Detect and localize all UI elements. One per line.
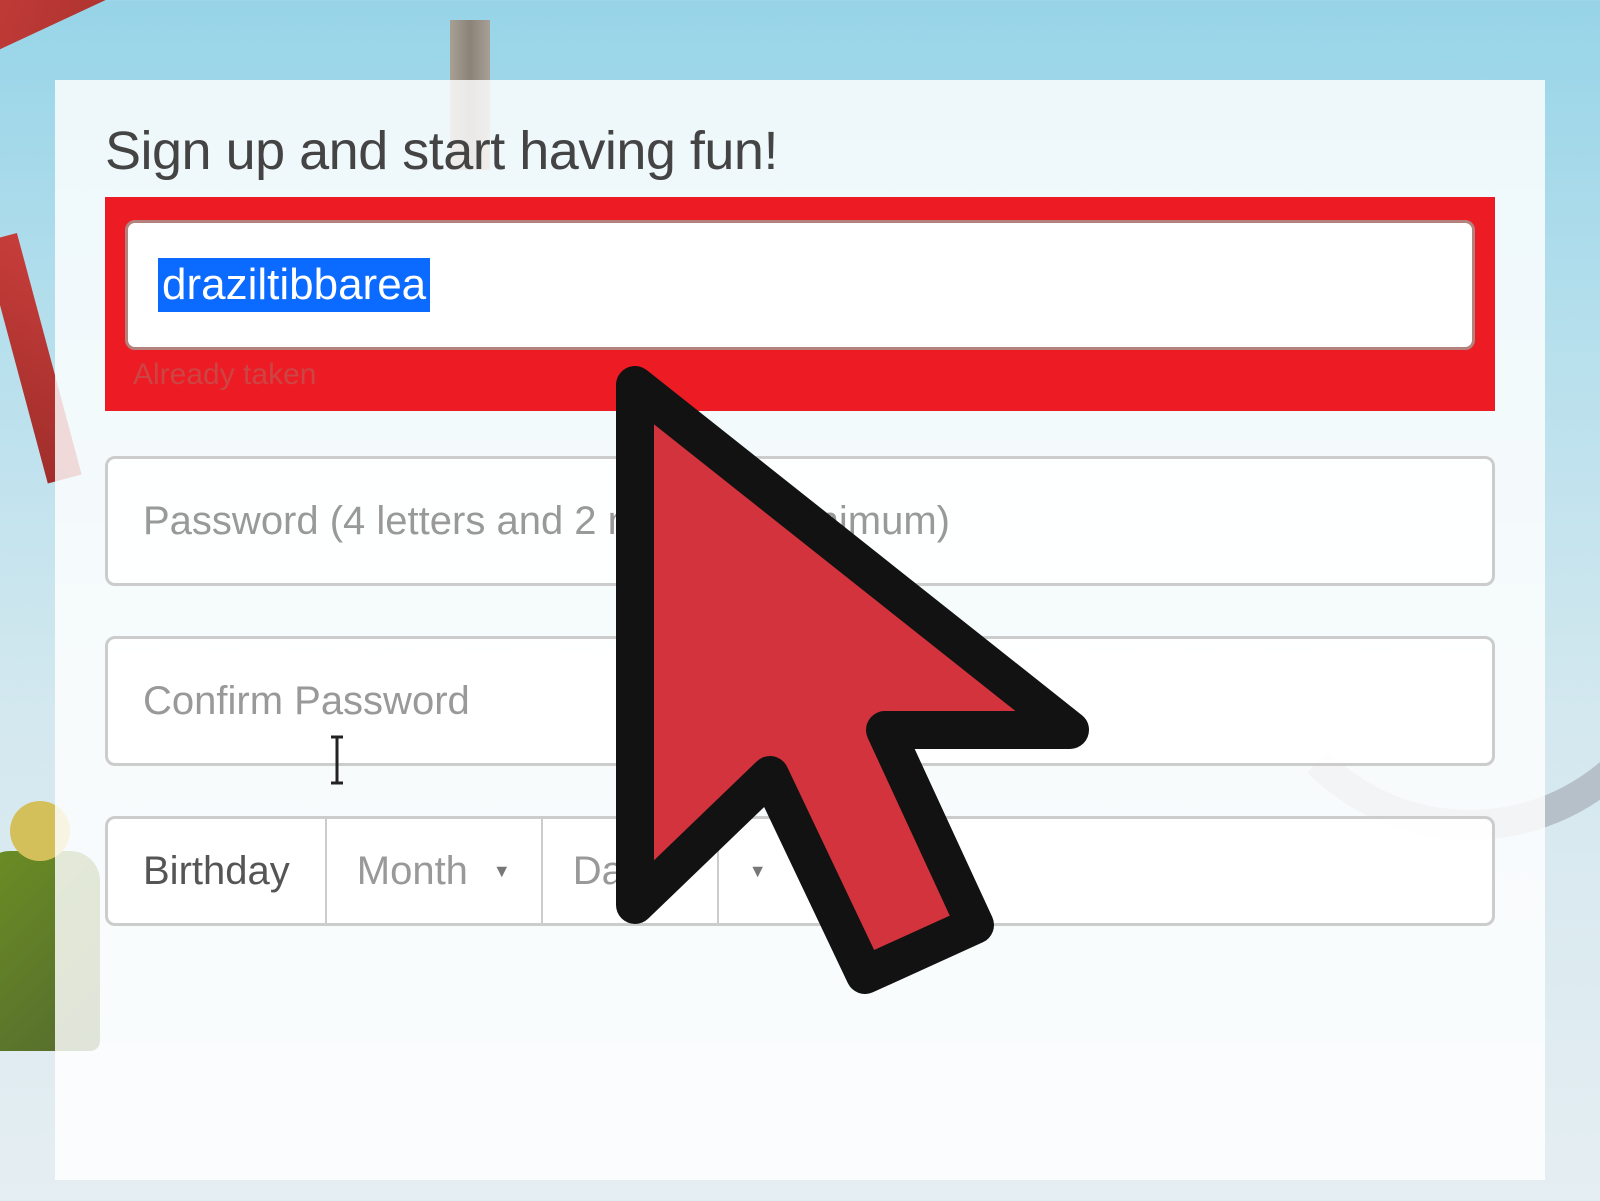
- username-error-message: Already taken: [125, 358, 1475, 393]
- chevron-down-icon: ▼: [669, 861, 687, 882]
- birthday-row: Birthday Month ▼ Day ▼ ▼: [105, 816, 1495, 926]
- birthday-label: Birthday: [108, 819, 327, 923]
- password-placeholder: Password (4 letters and 2 numbers minimu…: [143, 499, 950, 544]
- text-cursor-icon: [327, 735, 347, 790]
- username-input[interactable]: draziltibbarea: [125, 220, 1475, 350]
- confirm-password-input[interactable]: Confirm Password: [105, 636, 1495, 766]
- password-input[interactable]: Password (4 letters and 2 numbers minimu…: [105, 456, 1495, 586]
- birthday-year-select[interactable]: ▼: [719, 819, 797, 923]
- birthday-day-label: Day: [573, 849, 644, 894]
- signup-panel: Sign up and start having fun! draziltibb…: [55, 80, 1545, 1180]
- username-selected-text: draziltibbarea: [158, 258, 430, 312]
- birthday-month-label: Month: [357, 849, 468, 894]
- chevron-down-icon: ▼: [749, 861, 767, 882]
- signup-title: Sign up and start having fun!: [105, 120, 1495, 182]
- chevron-down-icon: ▼: [493, 861, 511, 882]
- birthday-month-select[interactable]: Month ▼: [327, 819, 543, 923]
- confirm-password-placeholder: Confirm Password: [143, 679, 470, 724]
- birthday-day-select[interactable]: Day ▼: [543, 819, 719, 923]
- username-highlight-box: draziltibbarea Already taken: [105, 197, 1495, 411]
